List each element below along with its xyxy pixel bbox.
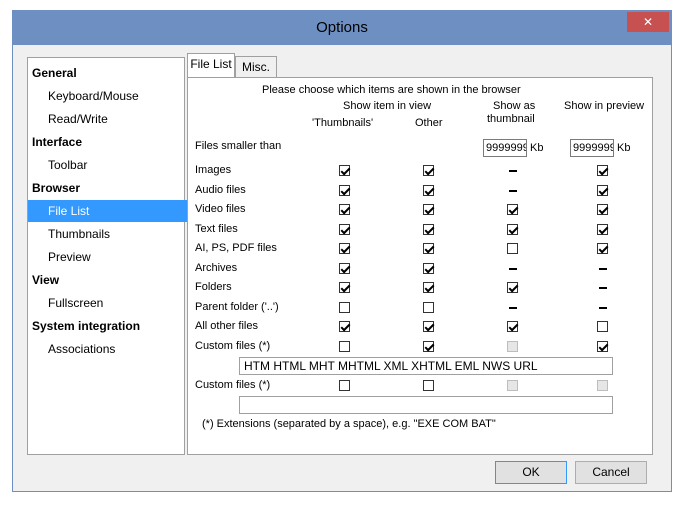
other-checkbox[interactable] — [423, 224, 434, 235]
preview-checkbox[interactable] — [597, 243, 608, 254]
nav-item-system-integration[interactable]: System integration — [28, 315, 188, 337]
nav-item-keyboard-mouse[interactable]: Keyboard/Mouse — [28, 85, 204, 107]
other-checkbox[interactable] — [423, 204, 434, 215]
not-applicable-dash — [599, 287, 607, 289]
not-applicable-dash — [599, 268, 607, 270]
thumbnails-column-header: 'Thumbnails' — [312, 117, 374, 129]
thumbnail-checkbox — [507, 341, 518, 352]
not-applicable-dash — [509, 190, 517, 192]
thumbnail-checkbox[interactable] — [507, 204, 518, 215]
nav-item-associations[interactable]: Associations — [28, 338, 204, 360]
tab-misc[interactable]: Misc. — [235, 56, 277, 77]
thumbnail-checkbox[interactable] — [507, 282, 518, 293]
not-applicable-dash — [509, 268, 517, 270]
other-checkbox[interactable] — [423, 302, 434, 313]
preview-checkbox[interactable] — [597, 224, 608, 235]
cancel-button[interactable]: Cancel — [575, 461, 647, 484]
thumbnails-checkbox[interactable] — [339, 263, 350, 274]
custom-extensions-input-2[interactable] — [239, 396, 613, 414]
file-list-panel: Please choose which items are shown in t… — [187, 77, 653, 455]
thumbnails-checkbox[interactable] — [339, 165, 350, 176]
thumbnail-column-header-line2: thumbnail — [487, 113, 535, 125]
nav-item-interface[interactable]: Interface — [28, 131, 188, 153]
ok-button[interactable]: OK — [495, 461, 567, 484]
nav-item-file-list[interactable]: File List — [28, 200, 204, 222]
show-in-view-header: Show item in view — [343, 100, 432, 112]
extensions-footnote: (*) Extensions (separated by a space), e… — [202, 418, 496, 430]
nav-item-toolbar[interactable]: Toolbar — [28, 154, 204, 176]
thumbnails-checkbox[interactable] — [339, 321, 350, 332]
row-label: Parent folder ('..') — [195, 301, 279, 313]
other-checkbox[interactable] — [423, 341, 434, 352]
preview-checkbox[interactable] — [597, 321, 608, 332]
preview-checkbox[interactable] — [597, 185, 608, 196]
close-button[interactable]: ✕ — [627, 12, 669, 32]
not-applicable-dash — [509, 170, 517, 172]
title-bar: Options ✕ — [13, 11, 671, 45]
preview-size-limit-input[interactable]: 9999999 — [570, 139, 614, 157]
thumbnails-checkbox[interactable] — [339, 341, 350, 352]
thumbnail-checkbox — [507, 380, 518, 391]
preview-checkbox — [597, 380, 608, 391]
row-label: Custom files (*) — [195, 340, 271, 352]
window-title: Options — [316, 19, 368, 36]
other-checkbox[interactable] — [423, 243, 434, 254]
category-tree: General Keyboard/Mouse Read/Write Interface… — [27, 57, 204, 455]
row-label: Audio files — [195, 184, 246, 196]
row-label: AI, PS, PDF files — [195, 242, 277, 254]
not-applicable-dash — [509, 307, 517, 309]
row-label: Text files — [195, 223, 238, 235]
other-column-header: Other — [415, 117, 443, 129]
preview-checkbox[interactable] — [597, 165, 608, 176]
thumbnails-checkbox[interactable] — [339, 302, 350, 313]
preview-column-header: Show in preview — [564, 100, 645, 112]
thumbnails-checkbox[interactable] — [339, 243, 350, 254]
nav-item-view[interactable]: View — [28, 269, 188, 291]
nav-item-thumbnails[interactable]: Thumbnails — [28, 223, 204, 245]
thumbnail-checkbox[interactable] — [507, 243, 518, 254]
row-label: All other files — [195, 320, 258, 332]
files-smaller-label: Files smaller than — [195, 140, 282, 152]
other-checkbox[interactable] — [423, 165, 434, 176]
thumbnails-checkbox[interactable] — [339, 204, 350, 215]
thumbnail-size-limit-input[interactable]: 9999999 — [483, 139, 527, 157]
row-label: Archives — [195, 262, 238, 274]
other-checkbox[interactable] — [423, 282, 434, 293]
thumbnails-checkbox[interactable] — [339, 224, 350, 235]
thumbnails-checkbox[interactable] — [339, 380, 350, 391]
custom-extensions-input-1[interactable]: HTM HTML MHT MHTML XML XHTML EML NWS URL — [239, 357, 613, 375]
row-label: Images — [195, 164, 232, 176]
thumbnails-checkbox[interactable] — [339, 282, 350, 293]
not-applicable-dash — [599, 307, 607, 309]
other-checkbox[interactable] — [423, 185, 434, 196]
preview-size-unit: Kb — [617, 142, 631, 154]
preview-checkbox[interactable] — [597, 341, 608, 352]
row-label: Folders — [195, 281, 232, 293]
tab-file-list[interactable]: File List — [187, 53, 235, 77]
thumbnail-checkbox[interactable] — [507, 321, 518, 332]
row-label: Video files — [195, 203, 246, 215]
nav-item-browser[interactable]: Browser — [28, 177, 188, 199]
intro-text: Please choose which items are shown in t… — [262, 84, 521, 96]
thumbnails-checkbox[interactable] — [339, 185, 350, 196]
nav-item-fullscreen[interactable]: Fullscreen — [28, 292, 204, 314]
thumbnail-column-header-line1: Show as — [493, 100, 536, 112]
nav-item-general[interactable]: General — [28, 62, 188, 84]
thumbnail-size-unit: Kb — [530, 142, 544, 154]
other-checkbox[interactable] — [423, 380, 434, 391]
preview-checkbox[interactable] — [597, 204, 608, 215]
row-label: Custom files (*) — [195, 379, 271, 391]
nav-item-preview[interactable]: Preview — [28, 246, 204, 268]
options-dialog: Options ✕ General Keyboard/Mouse Read/Writ… — [12, 10, 672, 492]
other-checkbox[interactable] — [423, 263, 434, 274]
dialog-body: General Keyboard/Mouse Read/Write Interface… — [13, 45, 671, 491]
thumbnail-checkbox[interactable] — [507, 224, 518, 235]
other-checkbox[interactable] — [423, 321, 434, 332]
nav-item-read-write[interactable]: Read/Write — [28, 108, 204, 130]
close-icon: ✕ — [642, 15, 654, 29]
